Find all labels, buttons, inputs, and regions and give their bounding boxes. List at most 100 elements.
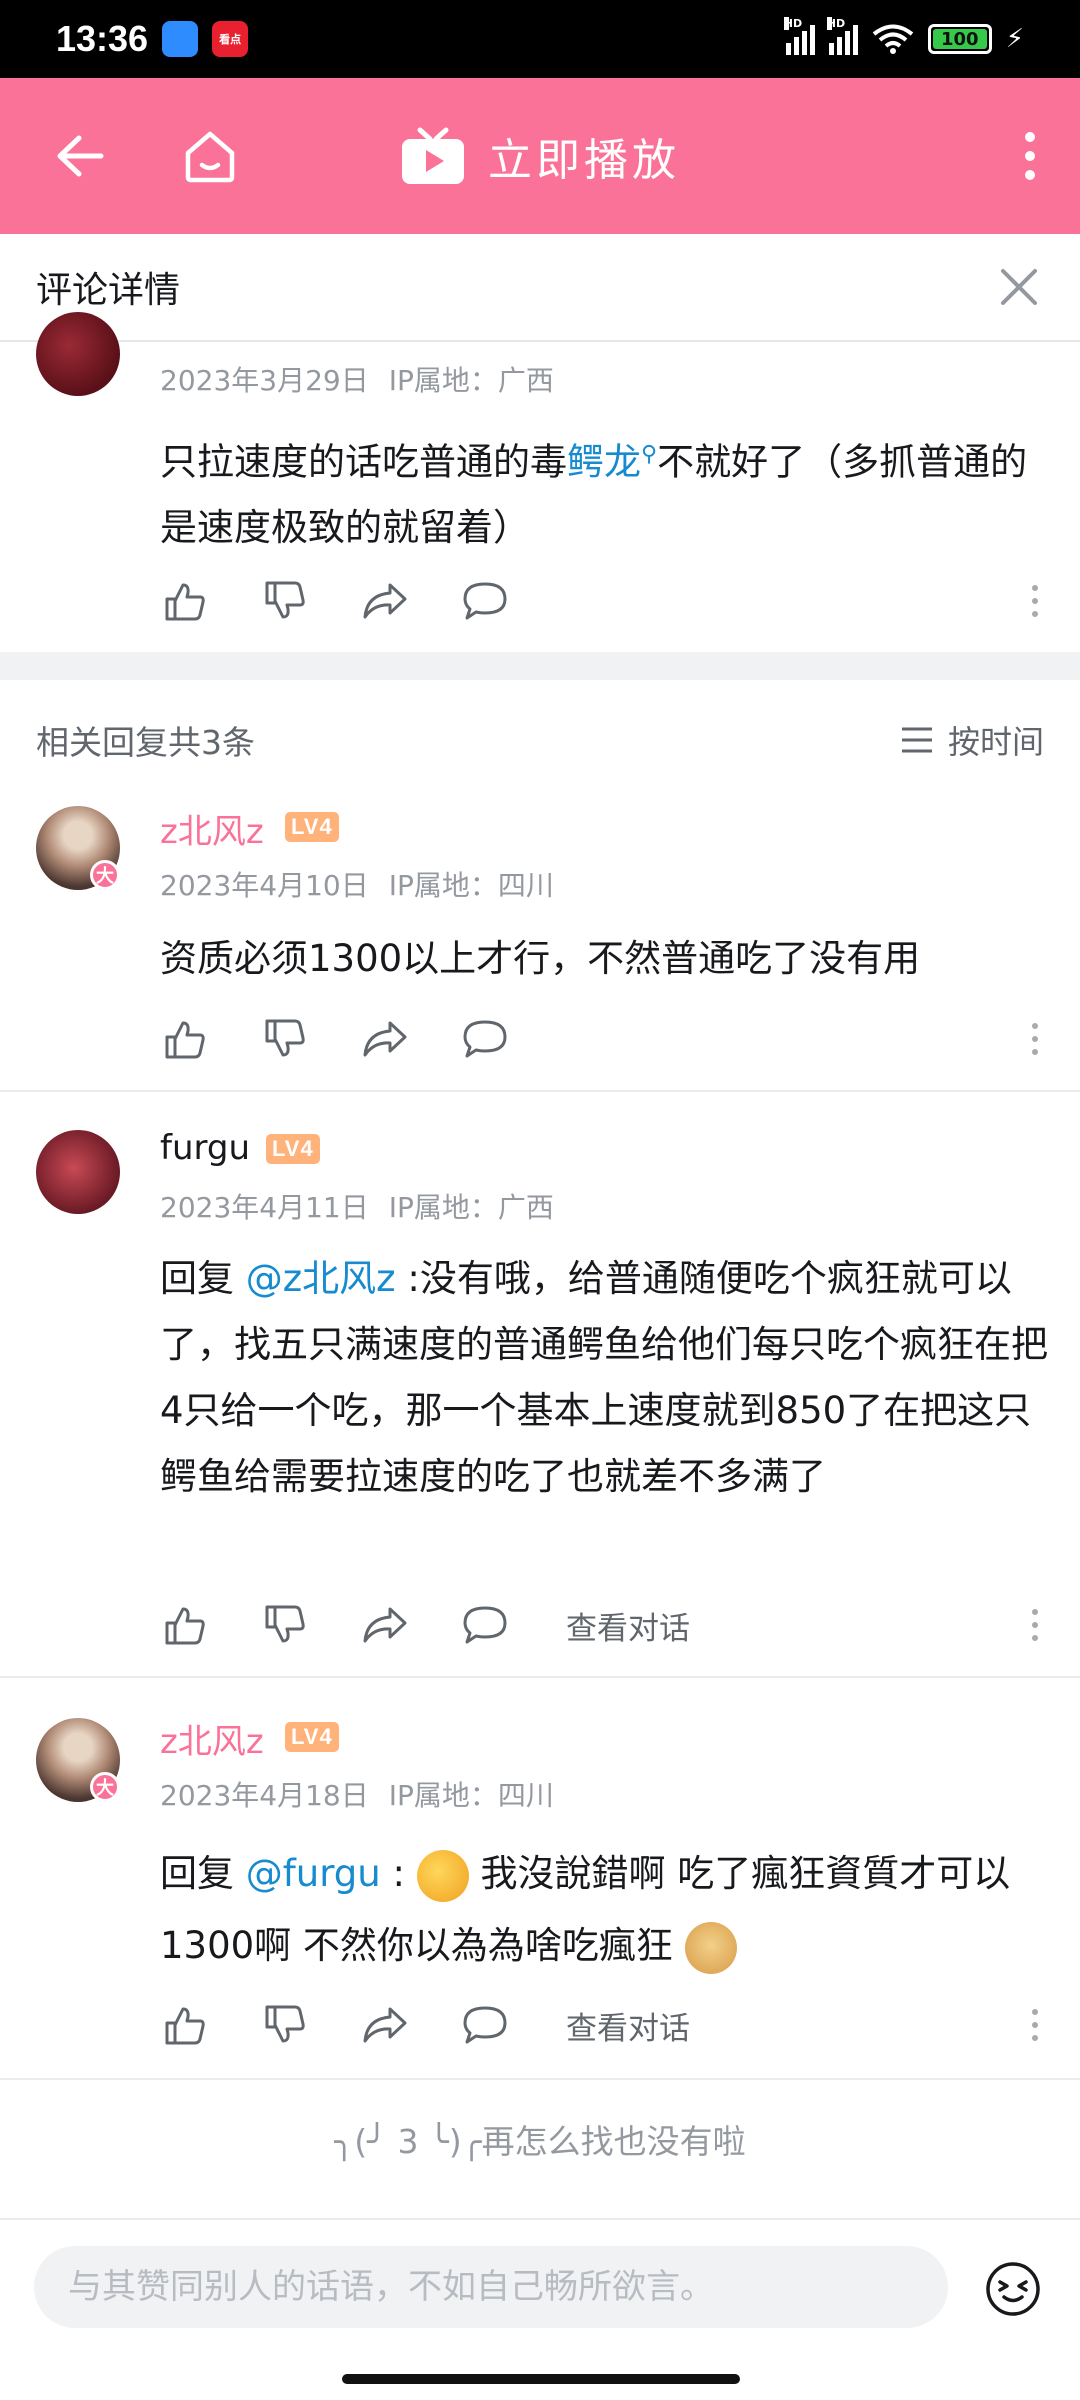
- reply-button[interactable]: [460, 1014, 510, 1064]
- like-button[interactable]: [160, 2000, 210, 2050]
- comment-text: 资质必须1300以上才行，不然普通吃了没有用: [160, 937, 921, 980]
- reply-prefix: 回复: [160, 1257, 246, 1300]
- mention-link[interactable]: @furgu: [246, 1852, 381, 1895]
- share-button[interactable]: [360, 576, 410, 626]
- avatar[interactable]: [36, 1130, 120, 1214]
- divider: [0, 1676, 1080, 1678]
- signal-icon: HD: [783, 17, 815, 55]
- share-button[interactable]: [360, 1014, 410, 1064]
- view-conversation-button[interactable]: 查看对话: [566, 1603, 690, 1648]
- more-vertical-icon: [1032, 1023, 1038, 1055]
- signal-icon-2: HD: [826, 17, 858, 55]
- comment-meta: 2023年4月18日 IP属地：四川: [160, 1774, 554, 1814]
- share-arrow-icon: [363, 1021, 407, 1057]
- tv-play-icon[interactable]: [400, 126, 466, 186]
- status-bar: 13:36 看点 HD HD 100 ⚡: [0, 0, 1080, 78]
- comment-text: 回复 @furgu : 我沒說錯啊 吃了瘋狂資質才可以1300啊 不然你以為為啥…: [160, 1838, 1050, 1982]
- notification-app-icon: [162, 21, 199, 57]
- charging-icon: ⚡: [1005, 24, 1024, 54]
- dislike-button[interactable]: [260, 2000, 310, 2050]
- level-badge: LV4: [266, 1134, 320, 1164]
- comment-bubble-icon: [463, 582, 507, 620]
- more-vertical-icon: [1032, 585, 1038, 617]
- comment-ip: IP属地：广西: [388, 364, 554, 397]
- username[interactable]: z北风z: [160, 1714, 264, 1763]
- comment-input[interactable]: [34, 2246, 948, 2328]
- battery-icon: 100: [927, 24, 992, 54]
- reply-button[interactable]: [460, 2000, 510, 2050]
- comment-ip: IP属地：广西: [388, 1191, 554, 1224]
- share-button[interactable]: [360, 2000, 410, 2050]
- dislike-button[interactable]: [260, 1600, 310, 1650]
- battery-level: 100: [932, 29, 987, 50]
- home-button[interactable]: [170, 78, 250, 234]
- vip-badge: 大: [90, 860, 120, 890]
- comment-bubble-icon: [463, 1606, 507, 1644]
- back-button[interactable]: [40, 78, 120, 234]
- share-button[interactable]: [360, 1600, 410, 1650]
- comment-ip: IP属地：四川: [388, 1779, 554, 1812]
- emoji-face-icon: [986, 2262, 1040, 2316]
- avatar[interactable]: [36, 312, 120, 396]
- more-vertical-icon: [1032, 2009, 1038, 2041]
- reply-button[interactable]: [460, 1600, 510, 1650]
- notification-news-icon: 看点: [212, 21, 249, 57]
- share-arrow-icon: [363, 1607, 407, 1643]
- username[interactable]: furgu: [160, 1128, 250, 1168]
- like-button[interactable]: [160, 1600, 210, 1650]
- wifi-icon: [872, 24, 913, 54]
- reply-button[interactable]: [460, 576, 510, 626]
- mention-link[interactable]: @z北风z: [246, 1257, 396, 1300]
- search-icon: ⚲: [641, 442, 658, 467]
- comment-more-button[interactable]: [1020, 576, 1050, 626]
- keyword-link[interactable]: 鳄龙: [567, 440, 641, 483]
- share-arrow-icon: [363, 2007, 407, 2043]
- close-icon: [1001, 269, 1037, 305]
- comment-input-bar: [0, 2218, 1080, 2358]
- comment-text: 只拉速度的话吃普通的毒鳄龙⚲不就好了（多抓普通的是速度极致的就留着）: [160, 422, 1050, 561]
- thumbs-down-icon: [265, 1605, 305, 1643]
- dislike-button[interactable]: [260, 576, 310, 626]
- more-options-button[interactable]: [1000, 78, 1060, 234]
- comment-date: 2023年3月29日: [160, 364, 369, 397]
- username[interactable]: z北风z: [160, 804, 264, 853]
- comment-text-part: :: [380, 1852, 417, 1895]
- page-title: 评论详情: [36, 270, 181, 311]
- thumbs-down-icon: [265, 2005, 305, 2043]
- comment-bubble-icon: [463, 1020, 507, 1058]
- comment-more-button[interactable]: [1020, 1600, 1050, 1650]
- home-icon: [185, 131, 235, 183]
- home-indicator[interactable]: [342, 2374, 740, 2384]
- view-conversation-button[interactable]: 查看对话: [566, 2003, 690, 2048]
- dislike-button[interactable]: [260, 1014, 310, 1064]
- comment-meta: 2023年4月11日 IP属地：广西: [160, 1186, 554, 1226]
- comment-actions: [160, 1009, 1050, 1069]
- comment-actions: 查看对话: [160, 1595, 1050, 1655]
- comment-more-button[interactable]: [1020, 2000, 1050, 2050]
- comment-date: 2023年4月18日: [160, 1779, 369, 1812]
- level-badge: LV4: [285, 1722, 339, 1752]
- more-vertical-icon: [1032, 1609, 1038, 1641]
- sort-by-time-button[interactable]: 按时间: [900, 717, 1044, 763]
- replies-header: 相关回复共3条 按时间: [0, 700, 1080, 780]
- status-time: 13:36: [56, 18, 149, 59]
- menu-lines-icon: [901, 727, 932, 753]
- like-button[interactable]: [160, 1014, 210, 1064]
- back-arrow-icon: [57, 135, 104, 177]
- play-now-button[interactable]: 立即播放: [488, 124, 680, 188]
- sort-label: 按时间: [947, 723, 1044, 761]
- comment-more-button[interactable]: [1020, 1014, 1050, 1064]
- comment-date: 2023年4月10日: [160, 869, 369, 902]
- app-header: 立即播放: [0, 78, 1080, 234]
- thumbs-down-icon: [265, 581, 305, 619]
- reply-count: 相关回复共3条: [36, 723, 255, 762]
- level-badge: LV4: [285, 812, 339, 842]
- like-button[interactable]: [160, 576, 210, 626]
- comment-actions: [160, 571, 1050, 631]
- emoji-button[interactable]: [984, 2260, 1042, 2318]
- comment-bubble-icon: [463, 2006, 507, 2044]
- close-button[interactable]: [994, 262, 1044, 312]
- thumbs-up-icon: [165, 583, 205, 621]
- vip-badge: 大: [90, 1772, 120, 1802]
- share-arrow-icon: [363, 583, 407, 619]
